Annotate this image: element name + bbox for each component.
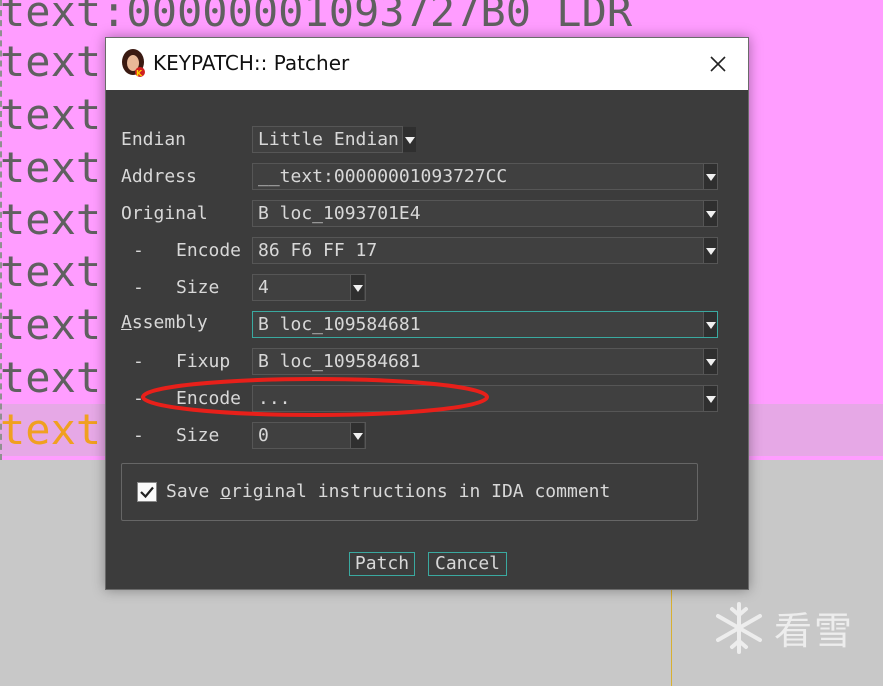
- assembly-size-dash: -: [133, 425, 144, 446]
- address-input[interactable]: __text:00000001093727CC: [252, 163, 718, 190]
- snowflake-icon: [716, 601, 762, 654]
- address-label: Address: [121, 166, 197, 187]
- endian-select[interactable]: Little Endian: [252, 126, 403, 153]
- original-encode-label: Encode: [176, 240, 242, 261]
- svg-text:K: K: [136, 69, 143, 78]
- endian-label: Endian: [121, 129, 187, 150]
- original-input[interactable]: B loc_1093701E4: [252, 200, 718, 227]
- original-encode-dash: -: [133, 240, 144, 261]
- pane-divider: [671, 590, 672, 686]
- ida-line: text: [0, 90, 102, 139]
- close-button[interactable]: [702, 50, 734, 78]
- ida-line: text: [0, 300, 102, 349]
- fixup-label: Fixup: [176, 351, 231, 372]
- save-comment-label-mnemonic: o: [220, 481, 232, 502]
- original-size-input[interactable]: 4: [252, 274, 366, 301]
- assembly-dropdown-arrow[interactable]: [703, 312, 717, 337]
- fixup-input[interactable]: B loc_109584681: [252, 348, 718, 375]
- save-comment-checkbox[interactable]: [137, 482, 157, 502]
- dialog-title: KEYPATCH:: Patcher: [153, 51, 350, 75]
- original-label: Original: [121, 203, 208, 224]
- ida-line: text: [0, 195, 102, 244]
- endian-dropdown-arrow[interactable]: [402, 127, 416, 152]
- assembly-label-rest: ssembly: [131, 312, 208, 333]
- ida-line: text:00000001093727B0 LDR: [0, 0, 633, 36]
- save-comment-label-part: Save: [166, 481, 221, 502]
- patch-button[interactable]: Patch: [349, 552, 415, 576]
- ida-line: text: [0, 247, 102, 296]
- original-encode-dropdown-arrow[interactable]: [703, 238, 717, 263]
- assembly-size-value: 0: [258, 425, 269, 446]
- original-size-dropdown-arrow[interactable]: [350, 275, 364, 300]
- save-comment-label[interactable]: Save original instructions in IDA commen…: [166, 480, 610, 504]
- watermark: 看雪: [712, 600, 854, 655]
- original-size-dash: -: [133, 277, 144, 298]
- original-encode-value: 86 F6 FF 17: [258, 240, 378, 261]
- original-size-label: Size: [176, 277, 220, 298]
- app-icon: K: [118, 48, 148, 78]
- fixup-dash: -: [133, 351, 144, 372]
- original-size-value: 4: [258, 277, 269, 298]
- assembly-label: Assembly: [121, 311, 208, 335]
- annotation-ellipse: [141, 377, 489, 417]
- assembly-size-label: Size: [176, 425, 220, 446]
- fixup-value: B loc_109584681: [258, 351, 421, 372]
- original-value: B loc_1093701E4: [258, 203, 421, 224]
- assembly-size-dropdown-arrow[interactable]: [350, 423, 364, 448]
- assembly-value: B loc_109584681: [258, 314, 421, 335]
- ida-line-current: text: [0, 405, 102, 454]
- close-icon: [710, 56, 726, 72]
- checkmark-icon: [140, 486, 154, 499]
- ida-line: text: [0, 143, 102, 192]
- cancel-button[interactable]: Cancel: [428, 552, 507, 576]
- endian-value: Little Endian: [258, 129, 399, 150]
- assembly-encode-dropdown-arrow[interactable]: [703, 386, 717, 411]
- watermark-text: 看雪: [774, 609, 855, 653]
- keypatch-dialog: K KEYPATCH:: Patcher Endian Little Endia…: [105, 37, 749, 590]
- assembly-input[interactable]: B loc_109584681: [252, 311, 718, 338]
- title-bar[interactable]: K KEYPATCH:: Patcher: [106, 38, 748, 90]
- assembly-size-input[interactable]: 0: [252, 422, 366, 449]
- original-dropdown-arrow[interactable]: [703, 201, 717, 226]
- address-value: __text:00000001093727CC: [258, 166, 508, 187]
- fixup-dropdown-arrow[interactable]: [703, 349, 717, 374]
- ida-line: text: [0, 353, 102, 402]
- original-encode-input[interactable]: 86 F6 FF 17: [252, 237, 718, 264]
- address-dropdown-arrow[interactable]: [703, 164, 717, 189]
- assembly-label-mnemonic: A: [121, 312, 132, 333]
- ida-line: text: [0, 37, 102, 86]
- save-comment-label-part: riginal instructions in IDA comment: [231, 481, 611, 502]
